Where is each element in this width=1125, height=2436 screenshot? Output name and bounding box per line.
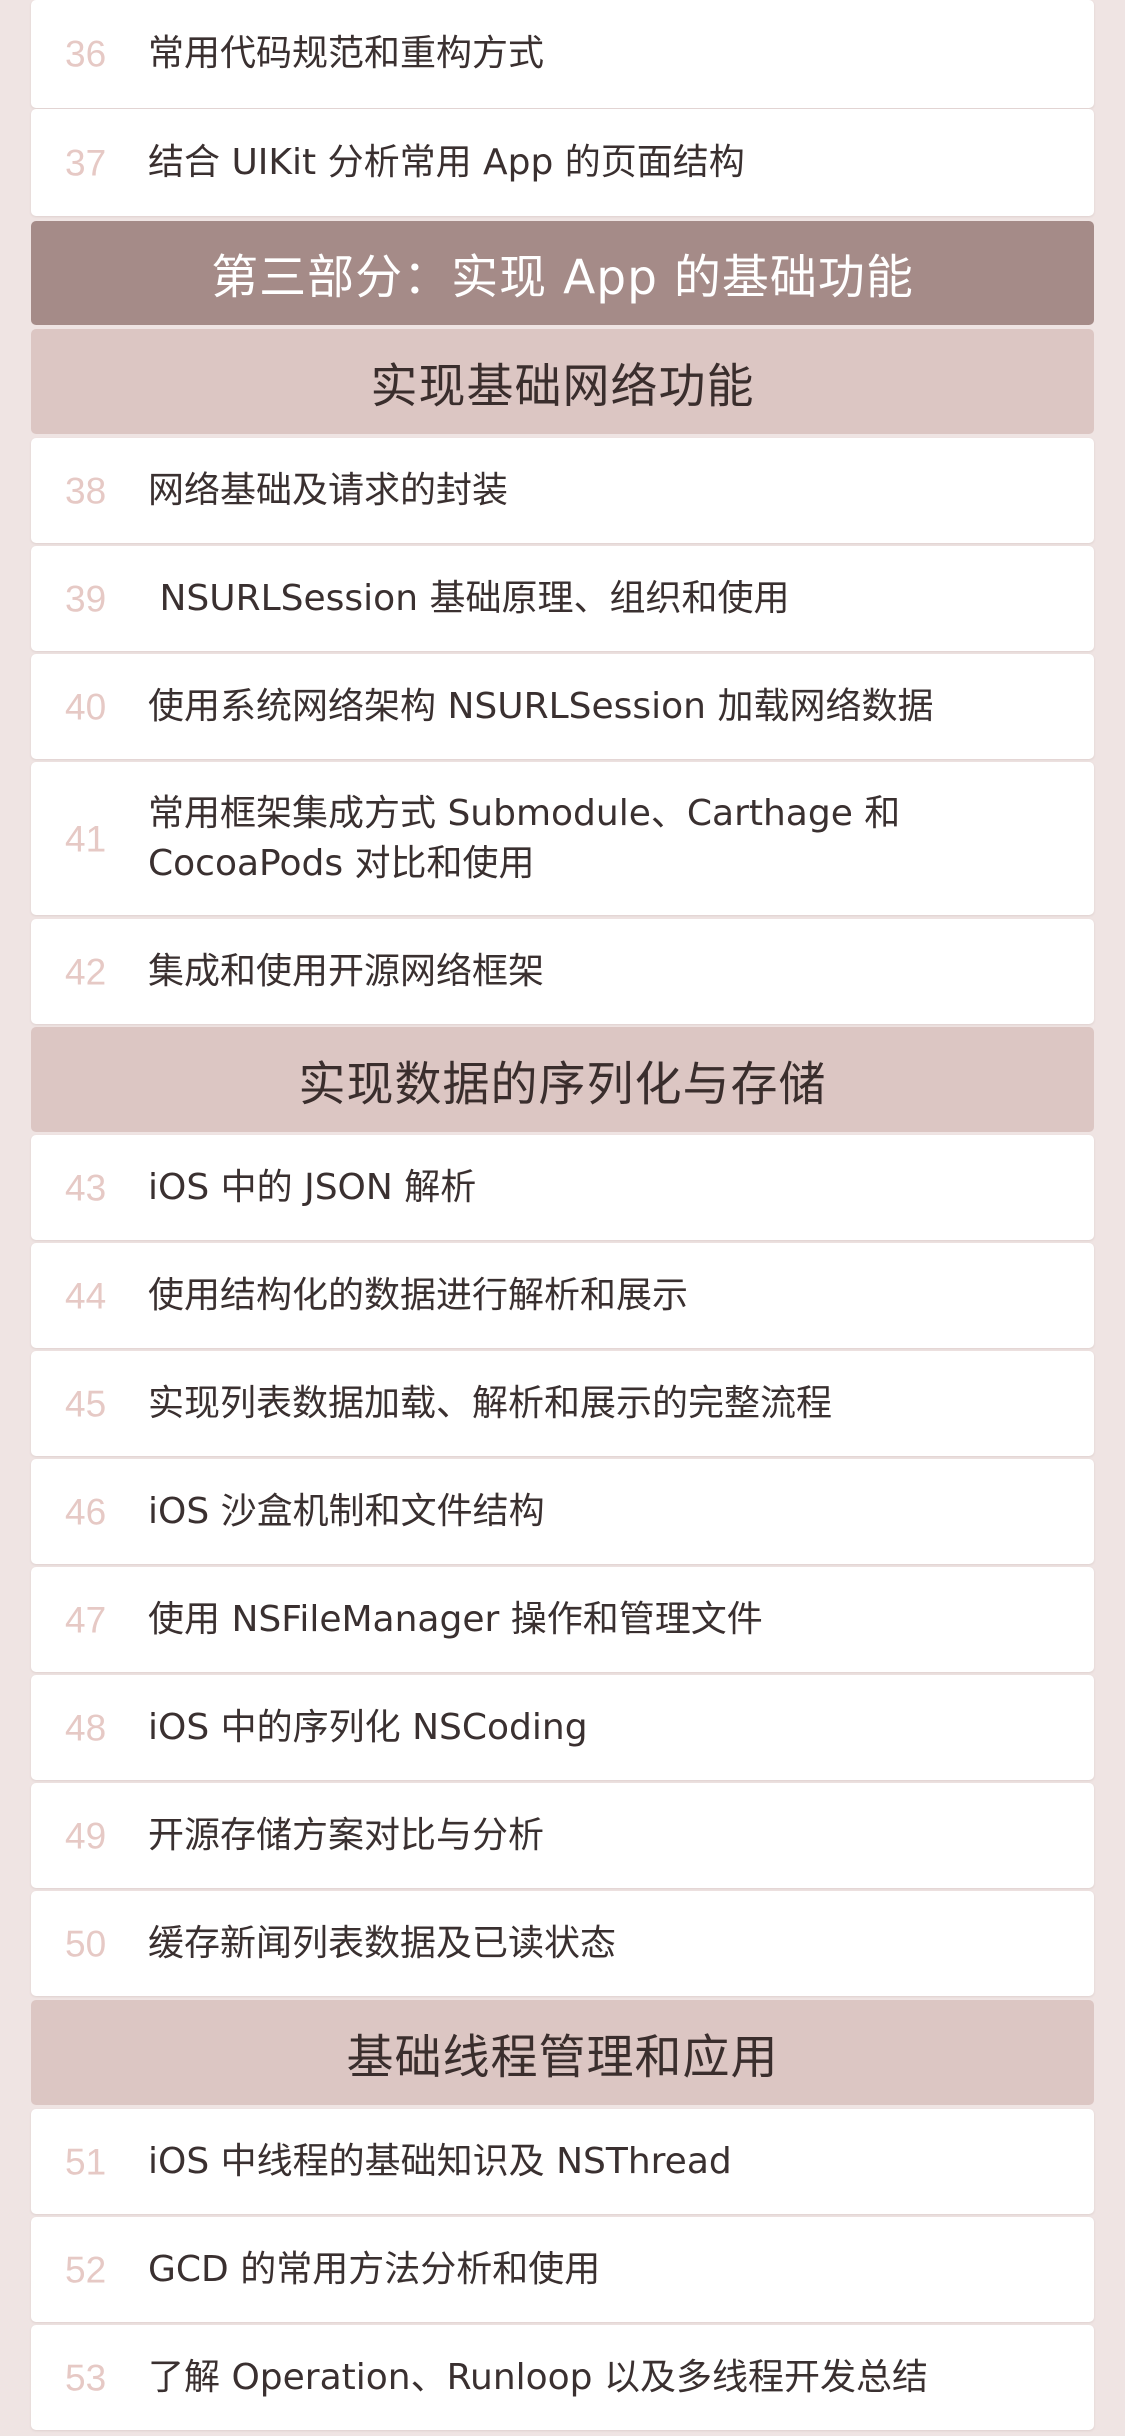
lesson-title: 开源存储方案对比与分析 (148, 1814, 545, 1856)
lesson-item-44[interactable]: 44 使用结构化的数据进行解析和展示 (31, 1243, 1094, 1348)
lesson-number: 52 (65, 2249, 107, 2290)
lesson-title: 使用 NSFileManager 操作和管理文件 (148, 1598, 763, 1640)
lesson-number: 53 (65, 2357, 107, 2398)
lesson-item-52[interactable]: 52 GCD 的常用方法分析和使用 (31, 2217, 1094, 2322)
part-header: 第三部分：实现 App 的基础功能 (31, 221, 1094, 325)
lesson-title: 使用系统网络架构 NSURLSession 加载网络数据 (148, 685, 934, 727)
lesson-title: 缓存新闻列表数据及已读状态 (148, 1922, 617, 1964)
lesson-title: 常用代码规范和重构方式 (148, 33, 545, 74)
lesson-number: 40 (65, 686, 107, 727)
lesson-item-41[interactable]: 41 常用框架集成方式 Submodule、Carthage 和 CocoaPod… (31, 762, 1094, 915)
section-title: 实现数据的序列化与存储 (298, 1057, 827, 1112)
lesson-item-38[interactable]: 38 网络基础及请求的封装 (31, 438, 1094, 543)
lesson-title: 集成和使用开源网络框架 (148, 950, 545, 992)
lesson-number: 43 (65, 1167, 107, 1208)
lesson-title: iOS 中线程的基础知识及 NSThread (148, 2140, 732, 2182)
lesson-number: 38 (65, 470, 107, 511)
lesson-item-47[interactable]: 47 使用 NSFileManager 操作和管理文件 (31, 1567, 1094, 1672)
lesson-item-51[interactable]: 51 iOS 中线程的基础知识及 NSThread (31, 2109, 1094, 2214)
lesson-title: GCD 的常用方法分析和使用 (148, 2248, 601, 2290)
lesson-number: 47 (65, 1599, 107, 1640)
lesson-number: 49 (65, 1815, 107, 1856)
lesson-item-42[interactable]: 42 集成和使用开源网络框架 (31, 919, 1094, 1024)
section-header: 实现基础网络功能 (31, 329, 1094, 434)
lesson-title: NSURLSession 基础原理、组织和使用 (148, 577, 790, 619)
lesson-item-37[interactable]: 37 结合 UIKit 分析常用 App 的页面结构 (31, 109, 1094, 216)
lesson-title: iOS 沙盒机制和文件结构 (148, 1490, 545, 1532)
lesson-number: 48 (65, 1707, 107, 1748)
lesson-number: 45 (65, 1383, 107, 1424)
lesson-item-46[interactable]: 46 iOS 沙盒机制和文件结构 (31, 1459, 1094, 1564)
lesson-number: 41 (65, 818, 107, 859)
lesson-item-48[interactable]: 48 iOS 中的序列化 NSCoding (31, 1675, 1094, 1780)
lesson-item-39[interactable]: 39 NSURLSession 基础原理、组织和使用 (31, 546, 1094, 651)
lesson-number: 36 (65, 33, 107, 75)
lesson-number: 42 (65, 951, 107, 992)
lesson-title: 网络基础及请求的封装 (148, 469, 509, 511)
section-header: 实现数据的序列化与存储 (31, 1027, 1094, 1132)
lesson-title: 结合 UIKit 分析常用 App 的页面结构 (148, 141, 745, 183)
lesson-title: 使用结构化的数据进行解析和展示 (148, 1274, 689, 1316)
lesson-title: 了解 Operation、Runloop 以及多线程开发总结 (148, 2356, 928, 2398)
lesson-item-50[interactable]: 50 缓存新闻列表数据及已读状态 (31, 1891, 1094, 1996)
course-outline-list: 36 常用代码规范和重构方式 37 结合 UIKit 分析常用 App 的页面结构第三… (0, 0, 1125, 2436)
lesson-number: 39 (65, 578, 107, 619)
lesson-title: 实现列表数据加载、解析和展示的完整流程 (148, 1382, 833, 1424)
lesson-number: 51 (65, 2141, 107, 2182)
lesson-item-53[interactable]: 53 了解 Operation、Runloop 以及多线程开发总结 (31, 2325, 1094, 2430)
section-header: 基础线程管理和应用 (31, 2000, 1094, 2105)
lesson-number: 37 (65, 142, 107, 183)
lesson-item-40[interactable]: 40 使用系统网络架构 NSURLSession 加载网络数据 (31, 654, 1094, 759)
lesson-number: 50 (65, 1923, 107, 1964)
lesson-title: iOS 中的 JSON 解析 (148, 1166, 477, 1208)
lesson-number: 44 (65, 1275, 107, 1316)
lesson-item-43[interactable]: 43 iOS 中的 JSON 解析 (31, 1135, 1094, 1240)
lesson-item-49[interactable]: 49 开源存储方案对比与分析 (31, 1783, 1094, 1888)
lesson-item-45[interactable]: 45 实现列表数据加载、解析和展示的完整流程 (31, 1351, 1094, 1456)
part-title: 第三部分：实现 App 的基础功能 (211, 250, 914, 306)
lesson-item-36[interactable]: 36 常用代码规范和重构方式 (31, 0, 1094, 108)
lesson-title: 常用框架集成方式 Submodule、Carthage 和 CocoaPods … (148, 792, 901, 884)
section-title: 实现基础网络功能 (370, 359, 755, 414)
section-title: 基础线程管理和应用 (346, 2030, 779, 2085)
lesson-title: iOS 中的序列化 NSCoding (148, 1706, 588, 1748)
lesson-number: 46 (65, 1491, 107, 1532)
